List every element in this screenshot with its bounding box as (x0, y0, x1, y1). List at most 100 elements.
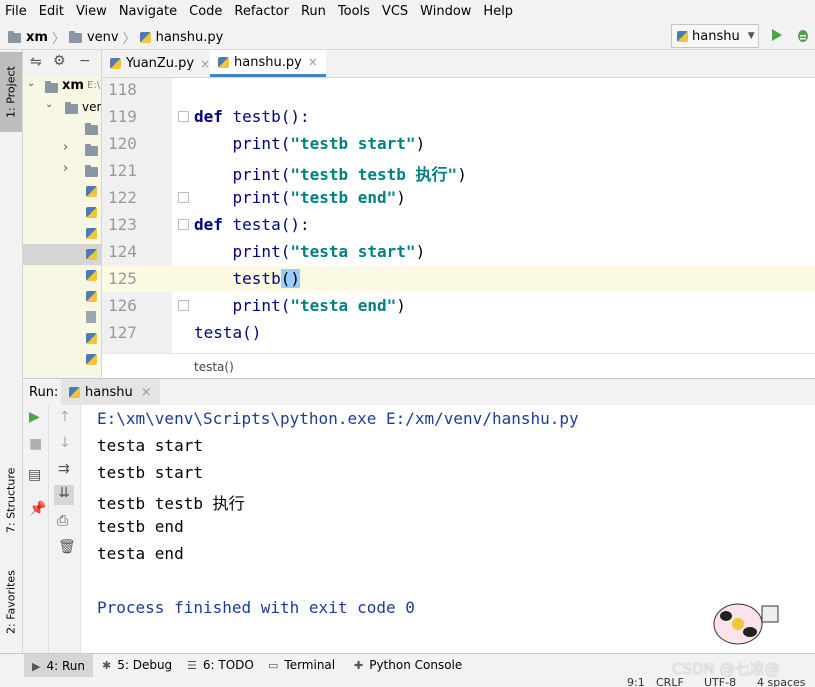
play-icon (772, 29, 782, 41)
tree-row[interactable]: › (23, 160, 101, 181)
code-token: ) (396, 296, 406, 315)
python-file-icon (86, 270, 97, 281)
terminal-icon: ▭ (268, 658, 279, 672)
fold-marker[interactable] (178, 219, 189, 230)
tree-root-path: E:\ (87, 80, 101, 91)
tree-row[interactable] (23, 307, 101, 328)
mascot-image (700, 592, 780, 652)
fold-marker[interactable] (178, 111, 189, 122)
line-number: 122 (108, 188, 137, 207)
project-panel: ⇋ ⚙ − ⌄ xm E:\ ⌄ ven › › (23, 50, 102, 377)
keyword-token: def (194, 215, 233, 234)
tab-debug[interactable]: ✱ 5: Debug (102, 658, 172, 672)
nav-file[interactable]: hanshu.py (156, 30, 224, 45)
code-token: testb (194, 269, 281, 288)
project-tool-tab[interactable]: 1: Project (0, 52, 22, 132)
tree-row[interactable]: › (23, 139, 101, 160)
python-file-icon (86, 207, 97, 218)
stop-icon[interactable]: ■ (29, 436, 42, 452)
debug-button[interactable] (795, 26, 811, 44)
print-icon[interactable]: ⎙ (57, 513, 68, 529)
tab-todo[interactable]: ☰ 6: TODO (187, 658, 254, 672)
close-icon[interactable]: × (308, 55, 318, 69)
code-token: print( (194, 296, 291, 315)
python-file-icon (86, 186, 97, 197)
menu-code[interactable]: Code (183, 4, 228, 19)
tab-python-console[interactable]: ✚ Python Console (354, 658, 462, 672)
favorites-tool-tab[interactable]: 2: Favorites (0, 560, 22, 644)
arrow-up-icon[interactable]: ↑ (59, 409, 71, 425)
python-icon: ✚ (354, 658, 364, 672)
gear-icon[interactable]: ⚙ (53, 53, 66, 69)
structure-tool-tab[interactable]: 7: Structure (0, 458, 22, 542)
code-token: testa(): (232, 215, 310, 234)
editor-breadcrumb[interactable]: testa() (194, 360, 234, 374)
menu-tools[interactable]: Tools (332, 4, 376, 19)
tree-row[interactable] (23, 223, 101, 244)
line-number: 127 (108, 323, 137, 342)
tab-run[interactable]: ▶ 4: Run (24, 654, 93, 678)
tree-row-root[interactable]: ⌄ xm E:\ (23, 76, 101, 97)
tab-hanshu[interactable]: hanshu.py × (210, 50, 326, 77)
python-file-icon (139, 32, 151, 43)
tree-row[interactable] (23, 202, 101, 223)
tree-row[interactable] (23, 181, 101, 202)
left-tool-stripe: 1: Project 7: Structure 2: Favorites (0, 50, 23, 653)
layout-icon[interactable]: ▤ (28, 467, 41, 483)
string-token: "testb testb 执行" (290, 165, 458, 184)
nav-folder[interactable]: venv (87, 30, 119, 45)
chevron-down-icon: ⌄ (45, 99, 54, 110)
menu-help[interactable]: Help (477, 4, 519, 19)
close-icon[interactable]: × (200, 57, 210, 71)
run-button[interactable] (770, 26, 784, 44)
tree-row[interactable] (23, 265, 101, 286)
hide-icon[interactable]: − (79, 53, 91, 69)
csdn-watermark: CSDN @七凉@ (672, 660, 780, 678)
tree-row[interactable] (23, 328, 101, 349)
run-tab-hanshu[interactable]: hanshu × (61, 379, 160, 405)
run-toolbar-secondary: ↑ ↓ ⇉ ⇊ ⎙ 🗑 (49, 405, 81, 653)
menu-vcs[interactable]: VCS (376, 4, 414, 19)
tab-yuanzu[interactable]: YuanZu.py × (102, 50, 218, 77)
fold-marker[interactable] (178, 300, 189, 311)
editor-tab-bar: YuanZu.py × hanshu.py × (102, 50, 815, 78)
code-token: print( (194, 188, 291, 207)
status-position[interactable]: 9:1 (627, 677, 645, 687)
menu-refactor[interactable]: Refactor (228, 4, 295, 19)
console-line-exit: Process finished with exit code 0 (97, 598, 415, 617)
line-number: 121 (108, 161, 137, 180)
tree-row[interactable] (23, 349, 101, 370)
menu-file[interactable]: File (0, 4, 33, 19)
pin-icon[interactable]: 📌 (29, 501, 46, 517)
tree-row[interactable] (23, 118, 101, 139)
code-line: print("testa end") (194, 296, 406, 315)
fold-marker[interactable] (178, 192, 189, 203)
menu-edit[interactable]: Edit (33, 4, 70, 19)
menu-view[interactable]: View (70, 4, 113, 19)
trash-icon[interactable]: 🗑 (58, 539, 76, 555)
run-title: Run: (29, 385, 59, 400)
line-number: 126 (108, 296, 137, 315)
tree-row-selected[interactable] (23, 244, 101, 265)
console-line: testb end (97, 517, 184, 536)
menu-run[interactable]: Run (295, 4, 332, 19)
scroll-to-end-icon[interactable]: ⇊ (54, 485, 74, 505)
menu-bar: File Edit View Navigate Code Refactor Ru… (0, 0, 815, 22)
rerun-icon[interactable]: ▶ (29, 409, 40, 425)
menu-window[interactable]: Window (414, 4, 477, 19)
menu-navigate[interactable]: Navigate (113, 4, 183, 19)
line-number: 125 (108, 269, 137, 288)
tree-row[interactable] (23, 286, 101, 307)
tab-terminal[interactable]: ▭ Terminal (268, 658, 335, 672)
project-toolbar: ⇋ ⚙ − (23, 50, 101, 77)
run-configuration-select[interactable]: hanshu ▼ (671, 24, 759, 48)
arrow-down-icon[interactable]: ↓ (59, 435, 71, 451)
tab-debug-label: 5: Debug (117, 658, 173, 672)
close-icon[interactable]: × (141, 385, 152, 400)
cow-mascot-icon (713, 603, 779, 645)
soft-wrap-icon[interactable]: ⇉ (58, 461, 70, 477)
tree-row-venv[interactable]: ⌄ ven (23, 97, 101, 118)
nav-project[interactable]: xm (26, 30, 48, 45)
code-token: print( (194, 242, 291, 261)
collapse-icon[interactable]: ⇋ (30, 54, 42, 70)
